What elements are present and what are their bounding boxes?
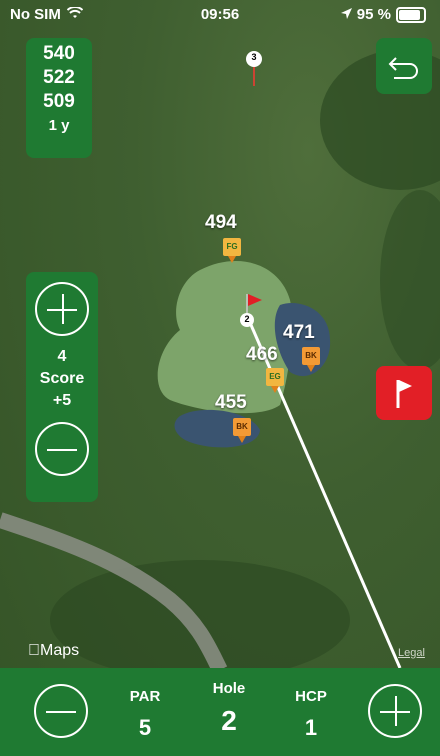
fairway-green-marker[interactable]: FG (223, 238, 241, 263)
battery-label: 95 % (356, 6, 391, 23)
yardage-label: 455 (215, 392, 247, 413)
distance-panel: 540 522 509 1 y (26, 38, 92, 158)
maps-attribution: Maps (28, 642, 79, 659)
score-plus-button[interactable] (35, 282, 89, 336)
legal-link[interactable]: Legal (398, 647, 425, 659)
bunker-marker[interactable]: BK (302, 347, 320, 372)
plus-icon (395, 696, 397, 726)
hole-navigation-bar: PAR 5 Hole 2 HCP 1 (0, 668, 440, 756)
edge-green-marker[interactable]: EG (266, 368, 284, 393)
yardage-label: 494 (205, 212, 237, 233)
par-label: PAR (129, 688, 161, 705)
bunker-marker[interactable]: BK (233, 418, 251, 443)
status-bar: No SIM 09:56 95 % (0, 0, 440, 30)
hcp-label: HCP (295, 688, 327, 705)
hcp-value: 1 (304, 715, 318, 740)
score-label: Score (39, 370, 85, 387)
yardage-label: 471 (283, 322, 315, 343)
score-panel: 4 Score +5 (26, 272, 98, 502)
par-value: 5 (138, 715, 152, 740)
plus-icon (62, 294, 64, 324)
flag-icon (376, 380, 432, 424)
yardage-label: 466 (246, 344, 278, 365)
apple-icon:  (28, 642, 40, 659)
next-hole-pin[interactable]: 3 (244, 50, 264, 93)
minus-icon (46, 711, 76, 713)
back-arrow-icon (376, 57, 432, 98)
par-group: PAR 5 (120, 688, 170, 741)
hcp-group: HCP 1 (286, 688, 336, 741)
minus-icon (47, 449, 77, 451)
previous-hole-button[interactable] (34, 684, 88, 738)
hole-label: Hole (212, 680, 246, 697)
status-right-group: 95 % (340, 6, 426, 23)
hole-group: Hole 2 (200, 680, 258, 737)
hole-value: 2 (221, 705, 237, 736)
score-strokes: 4 (57, 348, 67, 365)
score-relative: +5 (52, 392, 72, 409)
distance-center: 522 (43, 67, 75, 88)
battery-icon (396, 6, 426, 23)
hole-pin-number: 2 (244, 314, 250, 324)
distance-front: 509 (43, 91, 75, 112)
distance-back: 540 (43, 43, 75, 64)
back-button[interactable] (376, 38, 432, 94)
hole-pin[interactable]: 2 (238, 292, 268, 337)
flag-button[interactable] (376, 366, 432, 420)
next-hole-button[interactable] (368, 684, 422, 738)
next-hole-number: 3 (251, 52, 257, 62)
score-minus-button[interactable] (35, 422, 89, 476)
distance-unit: 1 y (48, 117, 70, 134)
location-arrow-icon (340, 6, 352, 23)
